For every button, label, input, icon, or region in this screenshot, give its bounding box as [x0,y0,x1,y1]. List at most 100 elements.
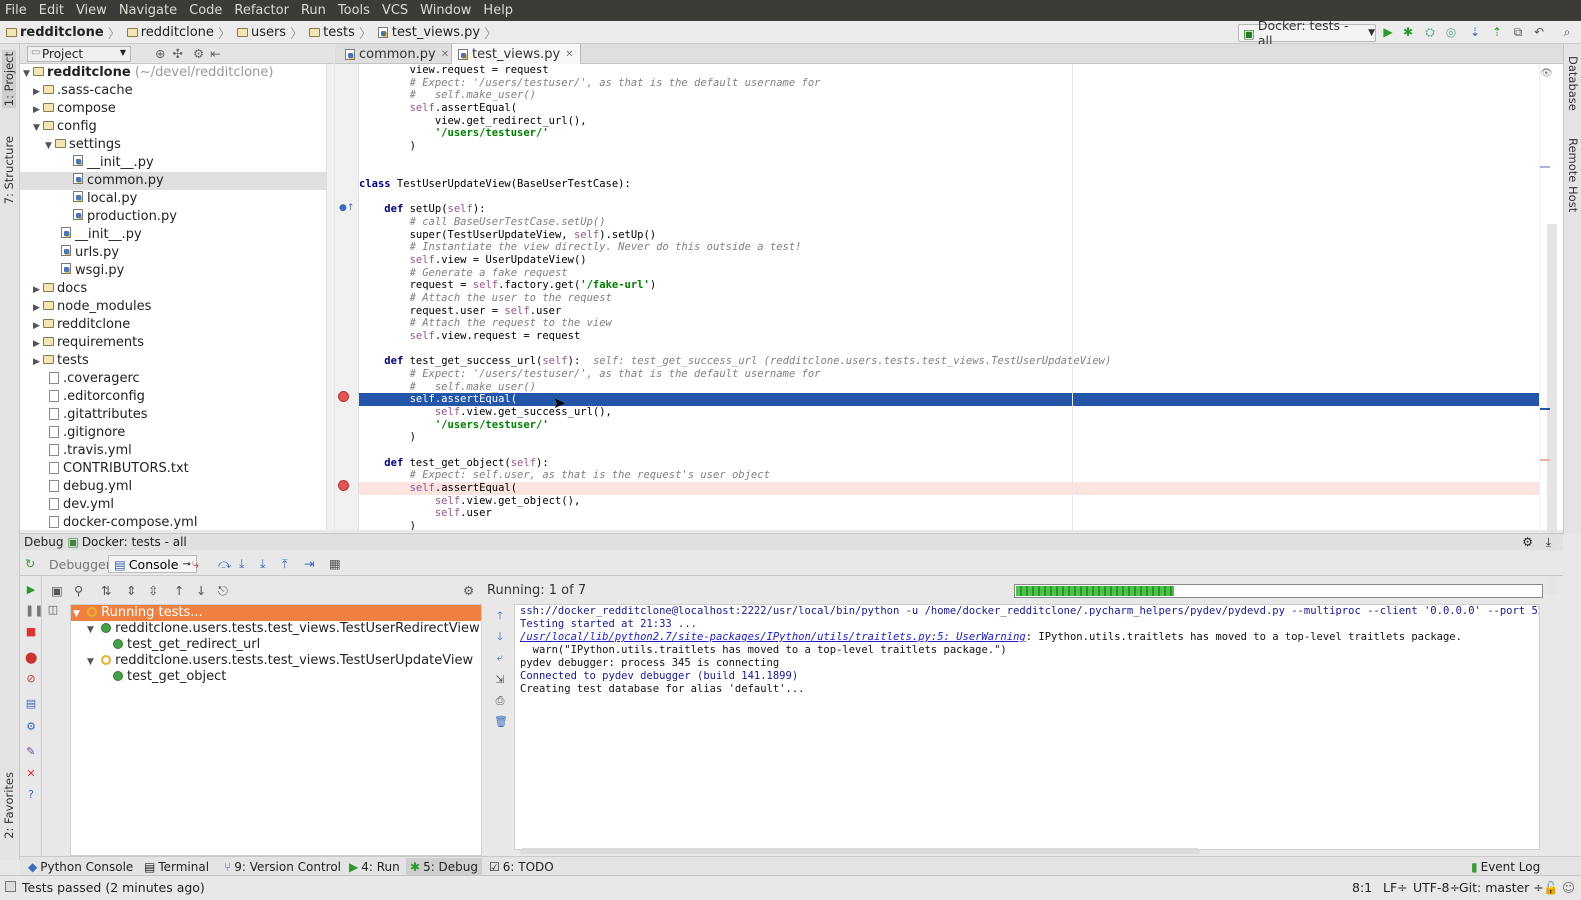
test-suite-item[interactable]: ▼ redditclone.users.tests.test_views.Tes… [71,621,481,637]
tree-item-folder[interactable]: ▶ node_modules [20,298,326,316]
clear-icon[interactable]: 🗑 [494,716,508,728]
tree-item-folder[interactable]: ▶ docs [20,280,326,298]
menu-file[interactable]: File [0,3,33,18]
menu-refactor[interactable]: Refactor [228,3,295,18]
tree-item-file[interactable]: __init__.py [20,154,326,172]
editor-gutter[interactable]: ●↑ [335,64,359,530]
menu-tools[interactable]: Tools [332,3,376,18]
soft-wrap-icon[interactable]: ⤶ [494,652,506,664]
tab-todo[interactable]: ☑ 6: TODO [485,858,558,875]
tree-item-folder[interactable]: ▶ redditclone [20,316,326,334]
tree-item-folder[interactable]: ▼ config [20,118,326,136]
expand-all-icon[interactable]: ⇕ [126,583,136,598]
breakpoint-icon[interactable] [338,480,349,491]
menu-run[interactable]: Run [295,3,332,18]
step-into-icon[interactable]: ⤓ [239,556,245,572]
up-arrow-icon[interactable]: 🡑 [494,610,506,622]
breadcrumb-item[interactable]: redditclone 〉 [126,23,231,42]
tree-item-file[interactable]: .editorconfig [20,388,326,406]
gear-icon[interactable]: ⚙ [193,46,204,61]
breadcrumb-item[interactable]: redditclone 〉 [6,23,121,42]
lock-icon[interactable]: 🔓 [1543,880,1559,896]
tree-item-folder[interactable]: ▶ requirements [20,334,326,352]
status-message[interactable]: Tests passed (2 minutes ago) [22,880,205,895]
gear-icon[interactable]: ⚙ [463,583,474,598]
profile-icon[interactable]: ◎ [1444,25,1458,39]
eye-icon[interactable]: 👁 [1540,68,1553,79]
project-view-select[interactable]: ▭ Project ▼ [27,45,131,62]
export-icon[interactable]: ⎋ [218,583,228,599]
menu-navigate[interactable]: Navigate [113,3,183,18]
evaluate-icon[interactable]: ▦ [329,556,341,571]
close-icon[interactable]: ✕ [565,49,573,60]
tab-terminal[interactable]: ▤ Terminal [140,858,213,875]
override-marker-icon[interactable]: ●↑ [339,203,354,213]
tree-item-file[interactable]: debug.yml [20,478,326,496]
tree-item-file[interactable]: .gitignore [20,424,326,442]
step-out-icon[interactable]: ⤒ [282,556,288,572]
resume-icon[interactable]: ▶ [25,584,37,596]
vcs-branch[interactable]: Git: master ÷ [1459,880,1544,895]
menu-help[interactable]: Help [477,3,519,18]
tab-common-py[interactable]: common.py ✕ [339,44,455,64]
debug-icon[interactable]: ✱ [1401,25,1415,39]
tree-item-folder[interactable]: ▶ .sass-cache [20,82,326,100]
step-over-icon[interactable]: ⤼ [218,556,231,572]
tab-debug[interactable]: ✱ 5: Debug [406,858,483,875]
tree-item-folder[interactable]: ▶ tests [20,352,326,370]
rerun-failed-icon[interactable]: ▣ [51,583,63,598]
close-icon[interactable]: ✕ [441,49,449,60]
tab-python-console[interactable]: ◆ Python Console [24,858,137,875]
rerun-icon[interactable]: ↻ [25,556,35,571]
sync-icon[interactable]: ⊕ [155,46,165,61]
sort-icon[interactable]: ⇅ [101,583,111,598]
tab-event-log[interactable]: ▮ Event Log [1467,858,1544,875]
toggle-icon[interactable]: ◫ [47,604,59,616]
collapse-icon[interactable]: ✣ [172,46,182,61]
caret-position[interactable]: 8:1 [1352,880,1372,895]
test-case-item[interactable]: test_get_redirect_url [71,637,481,653]
coverage-icon[interactable]: ⛭ [1423,25,1437,39]
mute-breakpoints-icon[interactable]: ⊘ [25,673,37,685]
inspector-icon[interactable]: ☺ [1562,880,1575,895]
hide-icon[interactable]: ⤓ [1546,535,1551,550]
tab-run[interactable]: ▶ 4: Run [345,858,404,875]
line-separator[interactable]: LF÷ [1383,880,1408,895]
tree-item-file[interactable]: .coveragerc [20,370,326,388]
tree-item-folder[interactable]: ▼ settings [20,136,326,154]
menu-window[interactable]: Window [414,3,477,18]
tree-item-file[interactable]: local.py [20,190,326,208]
hide-icon[interactable]: ⇤ [210,46,220,61]
run-to-cursor-icon[interactable]: ⇥ [304,556,314,571]
tree-item-file[interactable]: .gitattributes [20,406,326,424]
next-icon[interactable]: ↓ [196,583,206,598]
pin-icon[interactable]: ✎ [25,746,37,758]
scroll-to-end-icon[interactable]: ⇲ [494,674,506,686]
tree-item-file[interactable]: __init__.py [20,226,326,244]
breadcrumb-item[interactable]: tests 〉 [309,23,372,42]
tree-item-file[interactable]: common.py [20,172,326,190]
vcs-commit-icon[interactable]: ⇡ [1490,25,1504,39]
tree-item-file[interactable]: CONTRIBUTORS.txt [20,460,326,478]
pause-icon[interactable]: ❚❚ [25,605,43,617]
tool-windows-icon[interactable] [5,881,16,892]
test-case-item[interactable]: test_get_object [71,669,481,685]
run-config-select[interactable]: ▣ Docker: tests - all ▼ [1238,18,1376,48]
view-breakpoints-icon[interactable]: ⬤ [25,652,37,664]
stop-icon[interactable]: ■ [25,626,37,638]
down-arrow-icon[interactable]: 🡓 [494,631,506,643]
console-horizontal-scrollbar[interactable] [520,848,1200,854]
editor-scrollbar[interactable]: 👁 [1539,64,1563,594]
restore-layout-icon[interactable]: ▤ [25,698,37,710]
tree-item-file[interactable]: wsgi.py [20,262,326,280]
test-suite-item[interactable]: ▼ redditclone.users.tests.test_views.Tes… [71,653,481,669]
tool-tab-database[interactable]: Database [1566,56,1580,111]
tool-tab-remote-host[interactable]: Remote Host [1566,138,1580,212]
tool-tab-favorites[interactable]: 2: Favorites [2,772,16,839]
tree-item-folder[interactable]: ▶ compose [20,100,326,118]
revert-icon[interactable]: ↶ [1532,25,1546,39]
console-output[interactable]: ssh://docker_redditclone@localhost:2222/… [514,604,1540,850]
gear-icon[interactable]: ⚙ [1522,535,1533,549]
tab-test-views-py[interactable]: test_views.py ✕ [451,44,581,64]
breadcrumb-item[interactable]: test_views.py 〉 [377,23,497,42]
